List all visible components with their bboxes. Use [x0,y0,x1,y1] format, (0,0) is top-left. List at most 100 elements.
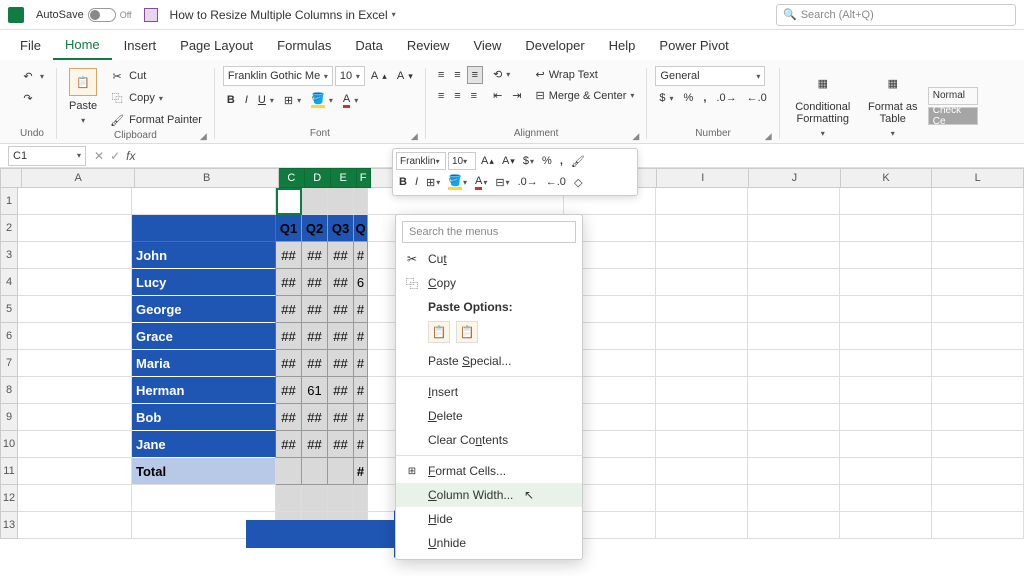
cell[interactable]: Jane [132,431,276,458]
context-menu-hide[interactable]: Hide [396,507,582,531]
cell[interactable] [748,431,840,458]
cell[interactable] [748,215,840,242]
cell[interactable]: ## [276,296,302,323]
context-menu-format-cells[interactable]: ⊞Format Cells... [396,459,582,483]
toggle-off-icon[interactable] [88,8,116,22]
row-header[interactable]: 2 [0,215,18,242]
copy-button[interactable]: ⿻Copy▾ [105,88,206,108]
cell[interactable] [840,323,932,350]
menu-home[interactable]: Home [53,31,112,60]
font-color-button[interactable]: A▾ [339,91,362,110]
cell[interactable] [748,485,840,512]
cell[interactable] [840,350,932,377]
cell[interactable]: ## [276,377,302,404]
cell[interactable] [748,269,840,296]
format-painter-button[interactable]: 🖌Format Painter [105,110,206,130]
cell[interactable]: ## [276,242,302,269]
dialog-launcher-icon[interactable]: ◢ [632,131,642,141]
cell[interactable] [18,242,132,269]
save-icon[interactable] [144,8,158,22]
cell[interactable] [932,404,1024,431]
menu-page-layout[interactable]: Page Layout [168,32,265,59]
mini-bold[interactable]: B [396,174,410,190]
menu-developer[interactable]: Developer [513,32,596,59]
cell[interactable] [656,458,748,485]
cell[interactable]: # [354,458,368,485]
cell[interactable] [656,512,748,539]
cell[interactable] [132,485,276,512]
cell[interactable] [18,377,132,404]
cell[interactable]: Herman [132,377,276,404]
paste-option-values[interactable]: 📋 [456,321,478,343]
cell[interactable] [18,296,132,323]
cell[interactable] [840,242,932,269]
cell[interactable]: Grace [132,323,276,350]
cancel-icon[interactable]: ✕ [94,149,104,163]
dialog-launcher-icon[interactable]: ◢ [411,131,421,141]
number-format-select[interactable]: General▾ [655,66,765,86]
document-title[interactable]: How to Resize Multiple Columns in Excel [170,8,388,22]
cell[interactable] [656,296,748,323]
cell[interactable]: ## [302,323,328,350]
align-top-button[interactable]: ≡ [434,66,448,84]
cell[interactable] [18,350,132,377]
cell[interactable] [328,485,354,512]
cell[interactable] [840,377,932,404]
cell[interactable] [840,512,932,539]
row-header[interactable]: 3 [0,242,18,269]
cell[interactable]: ## [302,296,328,323]
cell[interactable] [656,404,748,431]
menu-view[interactable]: View [461,32,513,59]
context-menu-copy[interactable]: ⿻Copy [396,271,582,295]
align-bottom-button[interactable]: ≡ [467,66,483,84]
cell[interactable] [132,215,276,242]
cell[interactable]: ## [276,269,302,296]
decrease-indent-button[interactable]: ⇤ [489,87,506,104]
cell[interactable]: ## [302,242,328,269]
cell[interactable]: Q2 [302,215,328,242]
align-right-button[interactable]: ≡ [467,88,481,104]
cell[interactable] [276,188,302,215]
col-header-E[interactable]: E [331,168,357,188]
cell[interactable]: # [354,404,368,431]
fill-color-button[interactable]: 🪣▾ [307,90,337,110]
cell[interactable]: 61 [302,377,328,404]
cell[interactable] [656,188,748,215]
context-menu-cut[interactable]: ✂Cut [396,247,582,271]
paste-option-normal[interactable]: 📋 [428,321,450,343]
row-header[interactable]: 10 [0,431,18,458]
select-all-corner[interactable] [0,168,22,188]
cell[interactable] [18,404,132,431]
cell[interactable] [748,323,840,350]
cut-button[interactable]: ✂Cut [105,66,206,86]
borders-button[interactable]: ⊞▾ [280,92,305,109]
row-header[interactable]: 13 [0,512,18,539]
comma-format-button[interactable]: , [699,90,710,106]
cell[interactable] [932,242,1024,269]
mini-borders[interactable]: ⊞▾ [423,174,443,191]
row-header[interactable]: 6 [0,323,18,350]
cell[interactable]: Q [354,215,368,242]
dialog-launcher-icon[interactable]: ◢ [200,131,210,141]
col-header-K[interactable]: K [841,168,933,188]
menu-review[interactable]: Review [395,32,462,59]
mini-increase-font[interactable]: A▴ [478,153,497,169]
col-header-A[interactable]: A [22,168,136,188]
cell[interactable]: # [354,296,368,323]
cell[interactable] [748,404,840,431]
cell[interactable] [656,215,748,242]
cell[interactable]: ## [328,404,354,431]
orientation-button[interactable]: ⟲▾ [489,66,525,83]
autosave-toggle-group[interactable]: AutoSave Off [36,8,132,22]
menu-data[interactable]: Data [343,32,394,59]
cell[interactable] [840,215,932,242]
cell[interactable] [932,350,1024,377]
cell[interactable] [932,377,1024,404]
mini-dec-decimal[interactable]: ←.0 [543,174,569,190]
cell[interactable] [132,188,276,215]
cell[interactable]: ## [302,269,328,296]
cell[interactable] [354,485,368,512]
cell[interactable]: # [354,431,368,458]
cell[interactable] [932,296,1024,323]
increase-font-button[interactable]: A▴ [367,68,391,84]
